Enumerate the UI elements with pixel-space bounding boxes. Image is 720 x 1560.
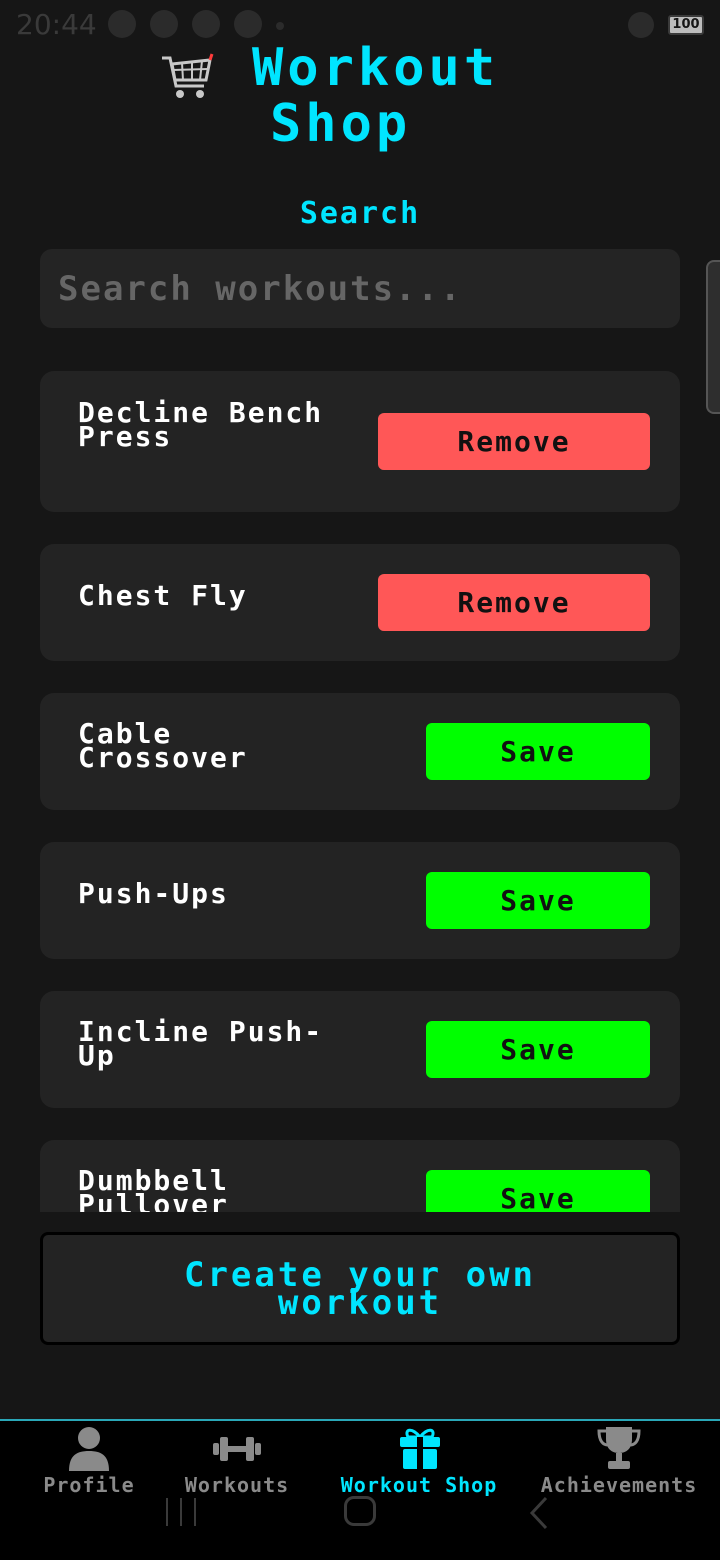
mail-notification-icon [192,10,220,38]
workout-card: Push-Ups Save [40,842,680,959]
save-button[interactable]: Save [426,1021,650,1078]
search-box [40,249,680,328]
save-button[interactable]: Save [426,1170,650,1212]
system-nav-bar [0,1492,720,1532]
scrollbar-thumb[interactable] [706,260,720,414]
create-workout-button[interactable]: Create your own workout [40,1232,680,1345]
bottom-nav: Profile Workouts Workout Shop Achievemen… [0,1419,720,1560]
workout-name: Dumbbell Pullover [78,1164,229,1213]
workout-name: Push-Ups [78,877,229,910]
system-status-icons: 100 [628,12,704,38]
notification-icons [108,10,284,38]
page-title: Workout Shop [252,40,612,152]
info-notification-icon [150,10,178,38]
mute-icon [628,12,654,38]
more-notifications-icon [276,22,284,30]
search-label: Search [299,196,421,231]
status-time: 20:44 [16,8,97,41]
shopping-cart-icon [162,53,214,98]
title-line-1: Workout [252,38,500,98]
dumbbell-icon [213,1437,261,1461]
person-icon [69,1427,109,1471]
battery-icon: 100 [668,15,704,35]
workout-card: Incline Push-Up Save [40,991,680,1108]
page-header: Workout Shop [0,40,720,160]
workout-list[interactable]: Decline Bench Press Remove Chest Fly Rem… [40,371,680,1212]
create-workout-label: Create your own workout [183,1254,537,1323]
trophy-icon [597,1427,641,1469]
workout-card: Cable Crossover Save [40,693,680,810]
app-notification-icon [108,10,136,38]
home-icon[interactable] [344,1496,376,1526]
workout-name: Decline Bench Press [78,396,324,453]
remove-button[interactable]: Remove [378,413,650,470]
workout-card: Chest Fly Remove [40,544,680,661]
workout-card: Decline Bench Press Remove [40,371,680,512]
search-input[interactable] [58,249,662,328]
workout-name: Incline Push-Up [78,1015,324,1072]
save-button[interactable]: Save [426,723,650,780]
recent-apps-icon[interactable] [166,1498,196,1526]
lock-notification-icon [234,10,262,38]
back-icon[interactable] [528,1496,550,1530]
workout-name: Cable Crossover [78,717,248,774]
workout-name: Chest Fly [78,579,248,612]
gift-icon [400,1428,440,1469]
save-button[interactable]: Save [426,872,650,929]
workout-card: Dumbbell Pullover Save [40,1140,680,1212]
remove-button[interactable]: Remove [378,574,650,631]
title-line-2: Shop [270,94,412,154]
